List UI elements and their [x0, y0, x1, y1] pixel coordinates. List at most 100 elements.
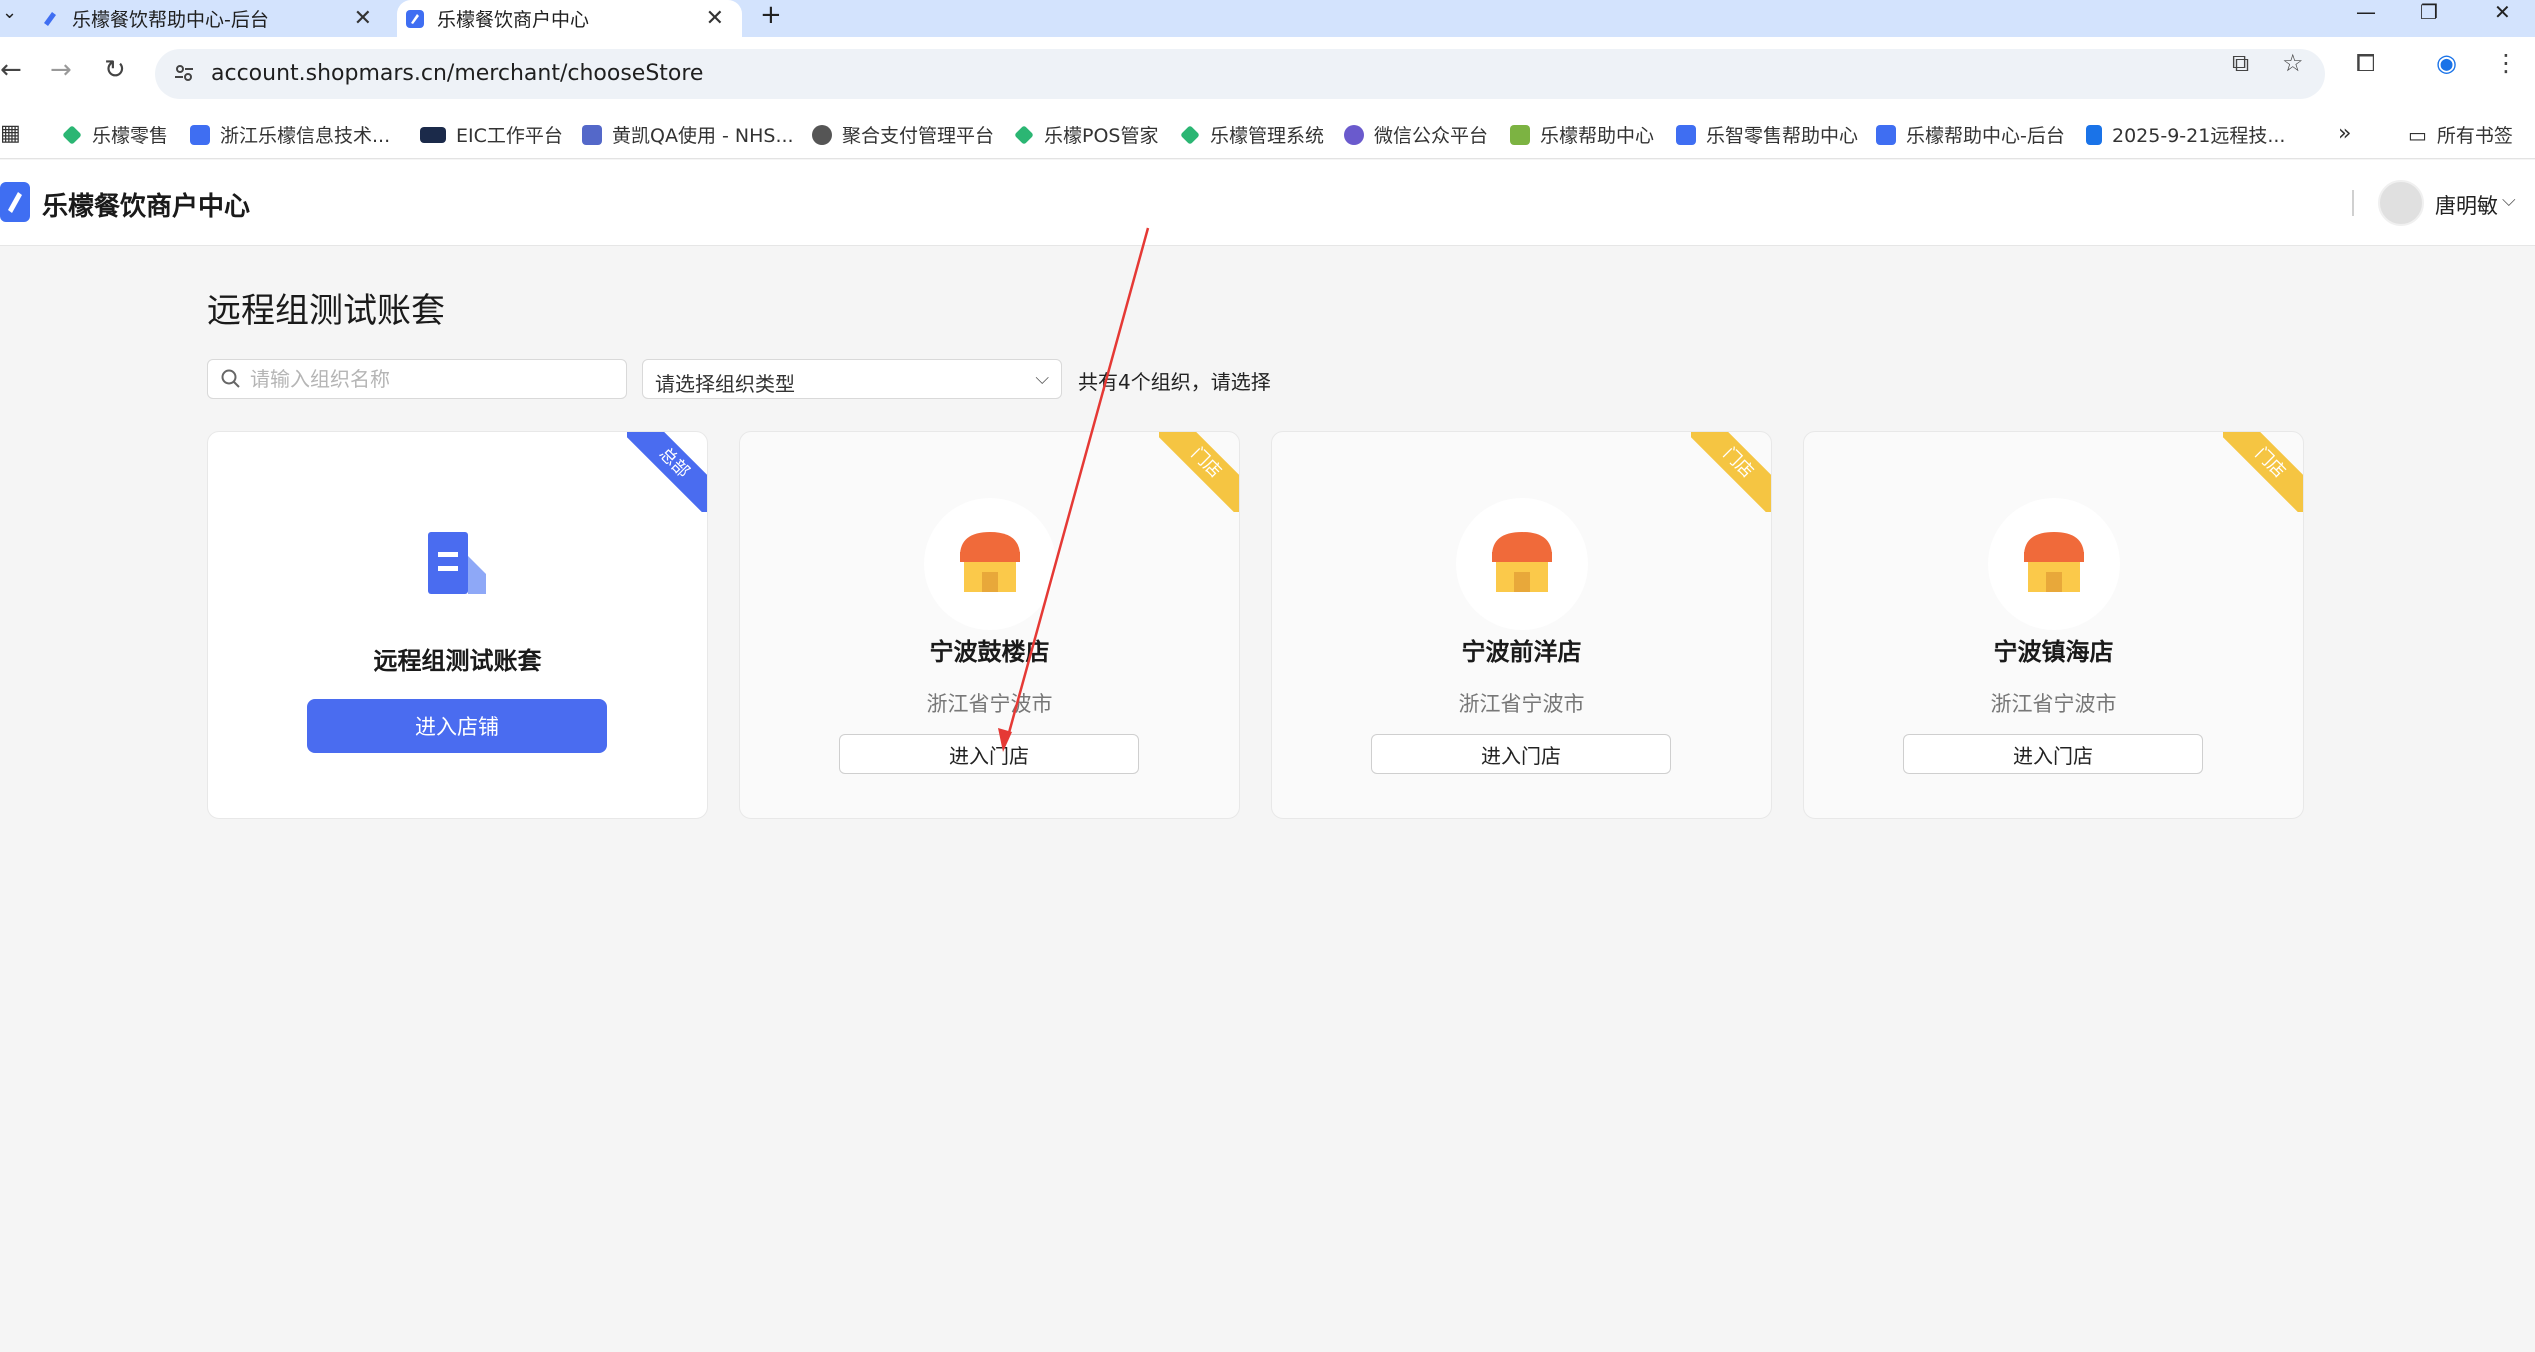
tab-search-chevron-icon[interactable]: ⌄ — [2, 2, 17, 24]
store-location: 浙江省宁波市 — [926, 692, 1053, 716]
org-count-text: 共有4个组织，请选择 — [1078, 370, 1271, 394]
search-input[interactable] — [250, 364, 610, 394]
bookmark-star-icon[interactable]: ☆ — [2282, 49, 2304, 77]
org-type-ribbon: 门店 — [1159, 432, 1239, 512]
eic-icon — [420, 126, 446, 143]
restore-icon[interactable]: ❐ — [2420, 0, 2438, 24]
user-name[interactable]: 唐明敏 — [2435, 190, 2498, 220]
bookmark-label: EIC工作平台 — [456, 125, 563, 147]
profile-icon[interactable]: ◉ — [2436, 49, 2457, 77]
apps-grid-icon[interactable]: ▦ — [0, 121, 21, 146]
org-type-select[interactable]: 请选择组织类型 ⌵ — [642, 359, 1062, 399]
bookmark-item[interactable]: 微信公众平台 — [1344, 121, 1488, 148]
bookmark-label: 乐智零售帮助中心 — [1706, 125, 1859, 147]
tab-help-center-backend[interactable]: 乐檬餐饮帮助中心-后台 ✕ — [40, 0, 390, 37]
green-leaf-icon — [1180, 124, 1200, 145]
store-badge — [1988, 498, 2120, 630]
bookmark-label: 乐檬帮助中心 — [1540, 125, 1655, 147]
bookmark-item[interactable]: 乐智零售帮助中心 — [1676, 121, 1858, 148]
enter-shop-button[interactable]: 进入店铺 — [307, 699, 607, 753]
minimize-icon[interactable]: — — [2356, 0, 2376, 24]
bookmark-label: 聚合支付管理平台 — [842, 125, 995, 147]
org-card-hq: 总部 远程组测试账套 进入店铺 — [207, 431, 708, 819]
ribbon-label: 门店 — [2223, 432, 2303, 512]
app-title: 乐檬餐饮商户中心 — [42, 192, 251, 222]
arrows-icon — [582, 124, 602, 145]
blue-logo-icon — [1876, 124, 1896, 145]
bookmarks-more-button[interactable]: » — [2338, 121, 2351, 146]
tab-title: 乐檬餐饮帮助中心-后台 — [72, 9, 269, 31]
reload-icon[interactable]: ↻ — [104, 55, 126, 85]
bookmark-item[interactable]: 聚合支付管理平台 — [812, 121, 994, 148]
store-name: 宁波镇海店 — [1993, 638, 2114, 666]
store-location: 浙江省宁波市 — [1458, 692, 1585, 716]
close-tab-icon[interactable]: ✕ — [354, 6, 372, 31]
green-leaf-icon — [62, 124, 82, 145]
all-bookmarks-button[interactable]: ▭ 所有书签 — [2408, 121, 2513, 148]
bookmark-label: 乐檬零售 — [92, 125, 169, 147]
org-type-ribbon: 总部 — [627, 432, 707, 512]
store-name: 宁波鼓楼店 — [929, 638, 1050, 666]
bookmark-item[interactable]: 乐檬POS管家 — [1014, 121, 1158, 148]
translate-icon[interactable]: ⧉ — [2232, 49, 2249, 77]
bookmark-item[interactable]: 浙江乐檬信息技术... — [190, 121, 390, 148]
org-type-ribbon: 门店 — [1691, 432, 1771, 512]
tab-title: 乐檬餐饮商户中心 — [437, 9, 590, 31]
store-icon — [960, 532, 1020, 592]
org-search-box[interactable] — [207, 359, 627, 399]
app-logo-icon — [0, 182, 30, 222]
bookmark-item[interactable]: 2025-9-21远程技... — [2086, 121, 2285, 148]
enter-store-button[interactable]: 进入门店 — [1903, 734, 2203, 774]
store-name: 宁波前洋店 — [1461, 638, 1582, 666]
folder-icon: ▭ — [2408, 122, 2427, 147]
enter-store-button[interactable]: 进入门店 — [839, 734, 1139, 774]
all-bookmarks-label: 所有书签 — [2436, 125, 2513, 147]
site-settings-icon[interactable] — [173, 62, 195, 84]
store-badge — [1456, 498, 1588, 630]
bookmark-label: 浙江乐檬信息技术... — [220, 125, 391, 147]
ribbon-label: 门店 — [1159, 432, 1239, 512]
blue-logo-icon — [406, 9, 424, 28]
chevron-down-icon[interactable]: ⌵ — [2502, 190, 2516, 211]
search-icon — [221, 369, 240, 388]
bookmark-item[interactable]: 乐檬零售 — [62, 121, 168, 148]
bookmark-label: 微信公众平台 — [1374, 125, 1489, 147]
address-bar-row: ← → ↻ account.shopmars.cn/merchant/choos… — [0, 37, 2535, 109]
bookmark-label: 2025-9-21远程技... — [2112, 125, 2286, 147]
tab-merchant-center[interactable]: 乐檬餐饮商户中心 ✕ — [397, 0, 742, 37]
org-type-ribbon: 门店 — [2223, 432, 2303, 512]
page-title: 远程组测试账套 — [207, 291, 445, 331]
store-badge — [924, 498, 1056, 630]
close-tab-icon[interactable]: ✕ — [706, 6, 724, 31]
forward-icon[interactable]: → — [50, 55, 72, 85]
globe-icon — [812, 124, 832, 145]
close-window-icon[interactable]: ✕ — [2494, 0, 2511, 24]
app-header: 乐檬餐饮商户中心 唐明敏 ⌵ — [0, 160, 2535, 246]
bookmark-item[interactable]: 乐檬帮助中心-后台 — [1876, 121, 2065, 148]
document-icon — [428, 532, 486, 594]
ribbon-label: 总部 — [627, 432, 707, 512]
org-card-store: 门店 宁波镇海店 浙江省宁波市 进入门店 — [1803, 431, 2304, 819]
menu-icon[interactable]: ⋮ — [2494, 49, 2518, 77]
bookmark-item[interactable]: 黄凯QA使用 - NHS... — [582, 121, 794, 148]
bookmark-item[interactable]: 乐檬管理系统 — [1180, 121, 1324, 148]
url-text[interactable]: account.shopmars.cn/merchant/chooseStore — [211, 61, 703, 86]
green-leaf-icon — [1014, 124, 1034, 145]
avatar[interactable] — [2378, 180, 2424, 226]
omnibox[interactable]: account.shopmars.cn/merchant/chooseStore — [155, 49, 2325, 99]
new-tab-button[interactable]: + — [760, 0, 782, 30]
browser-tab-bar: ⌄ 乐檬餐饮帮助中心-后台 ✕ 乐檬餐饮商户中心 ✕ + — ❐ ✕ — [0, 0, 2535, 37]
chevron-down-icon: ⌵ — [1035, 368, 1049, 389]
back-icon[interactable]: ← — [0, 55, 22, 85]
bookmark-label: 乐檬POS管家 — [1044, 125, 1159, 147]
chart-icon — [1510, 124, 1530, 145]
store-icon — [1492, 532, 1552, 592]
extensions-icon[interactable]: ⧠ — [2356, 49, 2375, 77]
blue-logo-icon — [1676, 124, 1696, 145]
bookmark-item[interactable]: 乐檬帮助中心 — [1510, 121, 1654, 148]
bookmark-item[interactable]: EIC工作平台 — [420, 121, 563, 148]
ribbon-label: 门店 — [1691, 432, 1771, 512]
org-name: 远程组测试账套 — [373, 647, 542, 675]
enter-store-button[interactable]: 进入门店 — [1371, 734, 1671, 774]
bookmark-label: 乐檬管理系统 — [1210, 125, 1325, 147]
